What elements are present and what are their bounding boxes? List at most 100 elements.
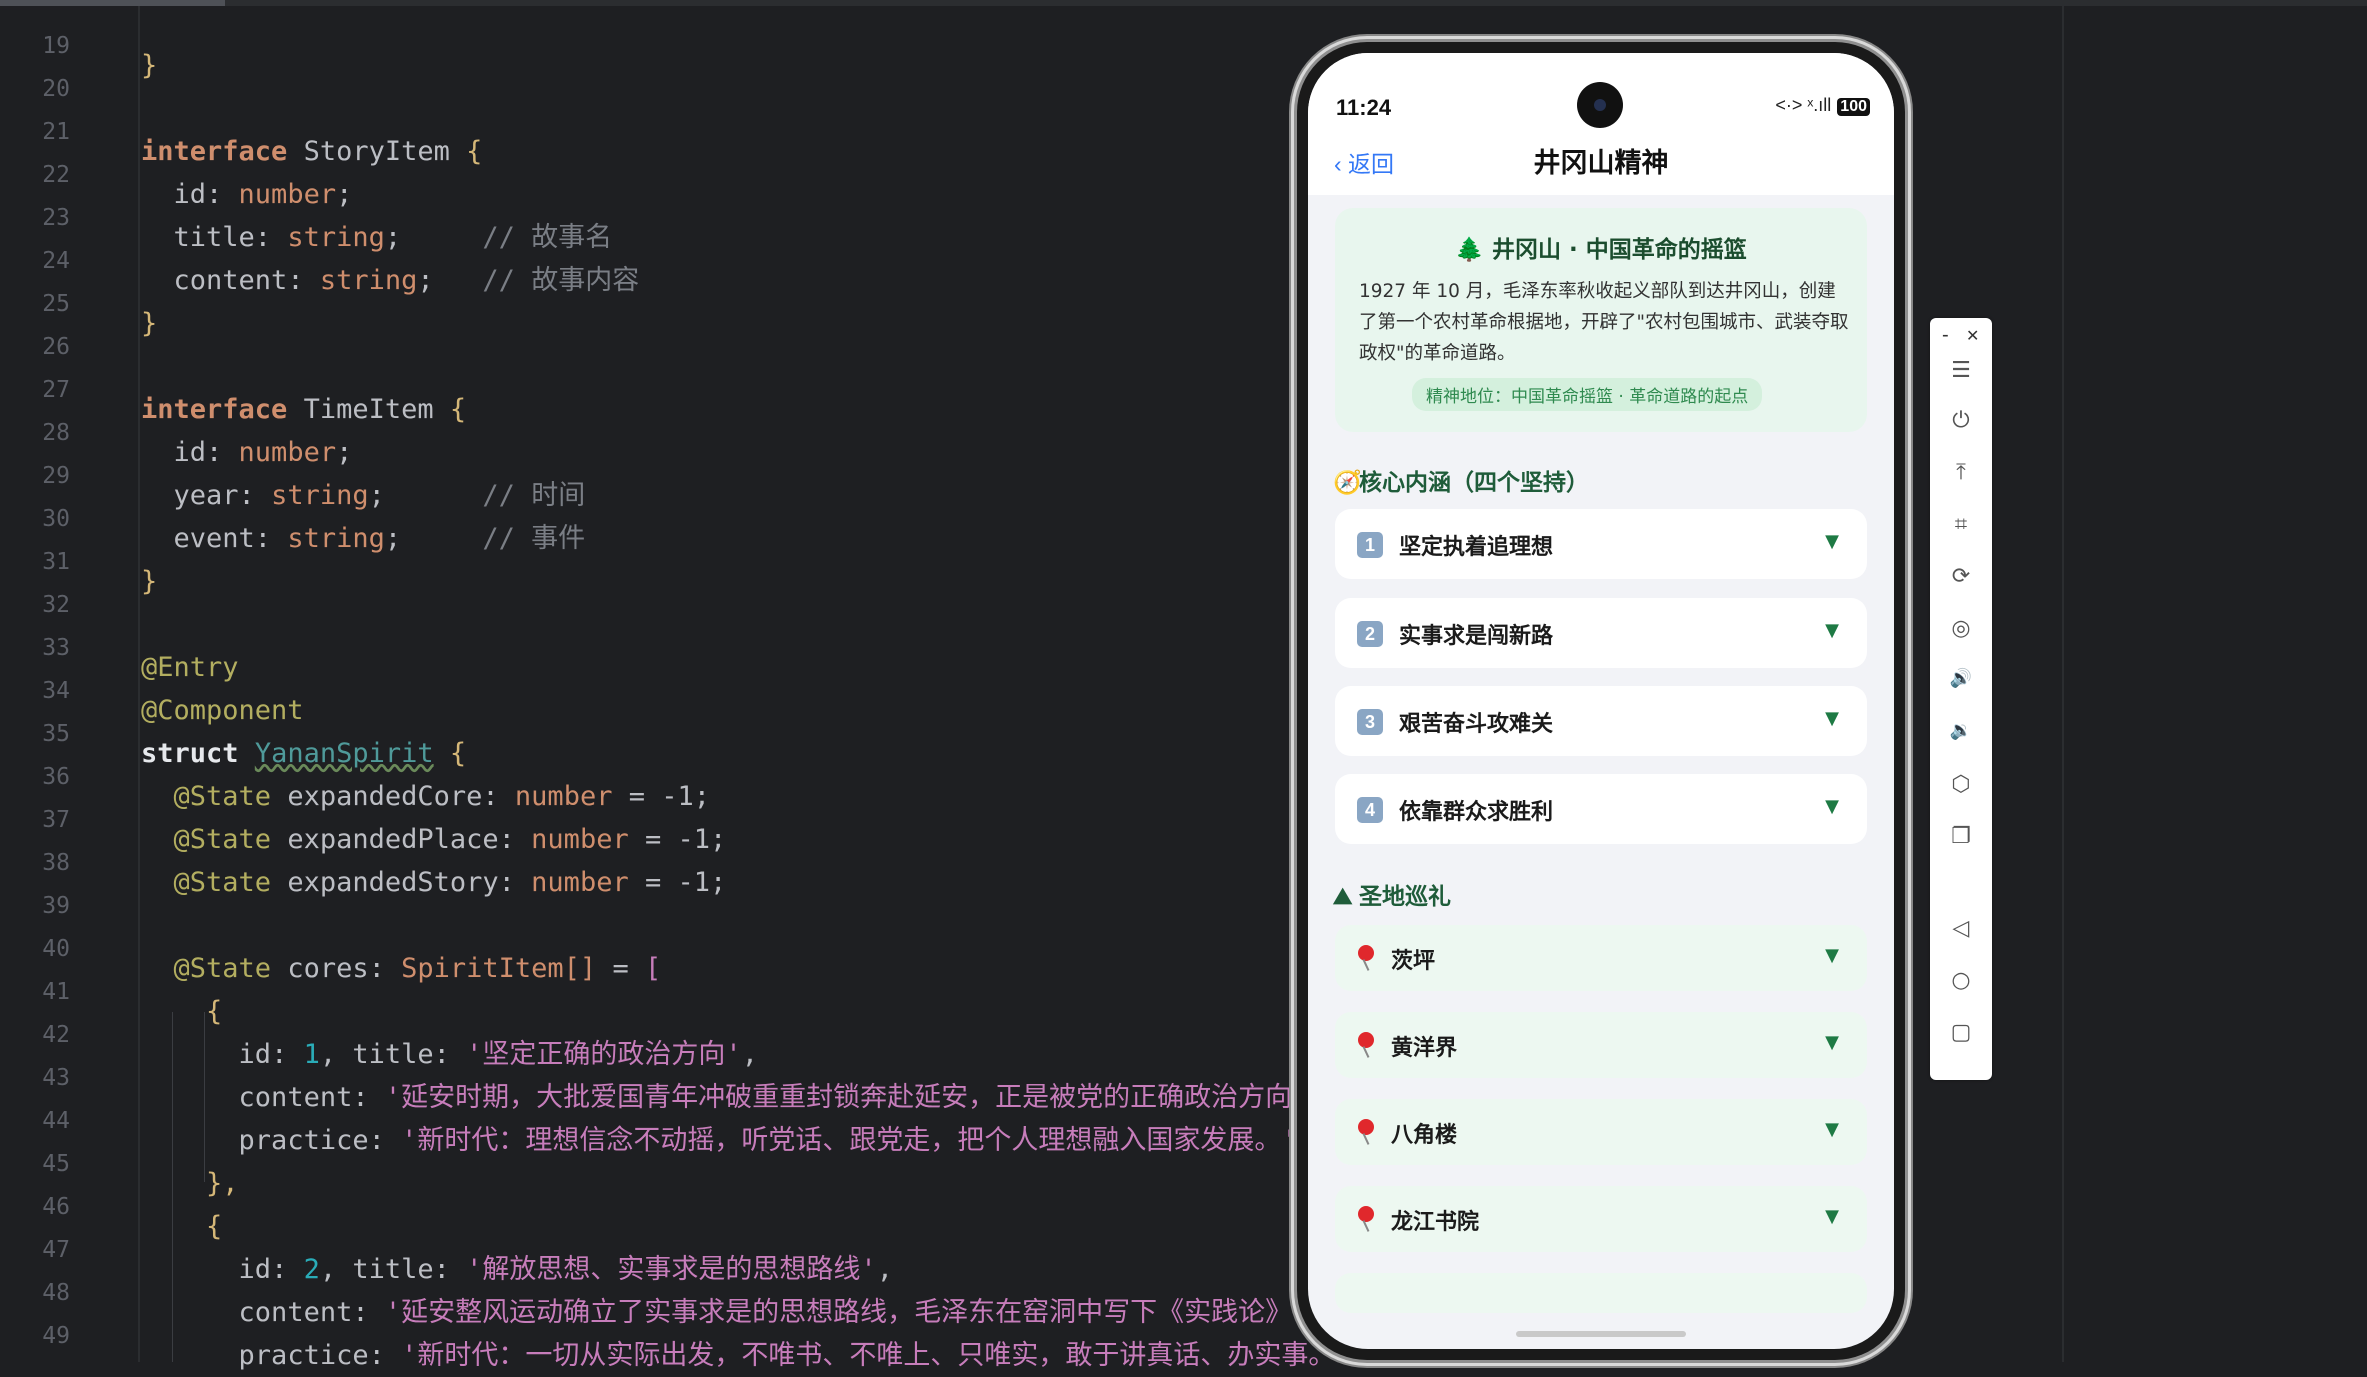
chevron-down-icon[interactable]: ▼ xyxy=(1825,531,1839,552)
screen-record-icon[interactable]: ◎ xyxy=(1930,616,1992,641)
status-bar: 11:24 <·> ˣ.ıll 100 xyxy=(1308,53,1894,133)
code-line[interactable]: 42 id: 1, title: '坚定正确的政治方向', xyxy=(0,995,1300,1070)
pushpin-icon xyxy=(1355,1117,1379,1145)
number-badge: 3 xyxy=(1357,709,1383,735)
menu-icon[interactable]: ☰ xyxy=(1930,358,1992,383)
place-item-label: 茨坪 xyxy=(1391,949,1436,974)
code-line[interactable]: 30 event: string; // 事件 xyxy=(0,479,1300,554)
place-item-label: 八角楼 xyxy=(1391,1123,1458,1148)
code-line[interactable]: 21 interface StoryItem { xyxy=(0,92,1300,167)
battery-icon: 100 xyxy=(1837,98,1870,116)
chevron-down-icon[interactable]: ▼ xyxy=(1825,620,1839,641)
code-line[interactable]: 23 title: string; // 故事名 xyxy=(0,178,1300,253)
home-icon[interactable]: ○ xyxy=(1930,968,1992,993)
mountain-icon: ⛰ xyxy=(1333,884,1353,910)
volume-down-icon[interactable]: 🔉 xyxy=(1930,720,1992,741)
code-line[interactable]: 49 practice: '新时代：一切从实际出发，不唯书、不唯上、只唯实，敢于… xyxy=(0,1296,1351,1371)
pushpin-icon xyxy=(1355,1204,1379,1232)
code-line[interactable]: 35 struct YananSpirit { xyxy=(0,694,1300,769)
number-badge: 2 xyxy=(1357,621,1383,647)
chevron-down-icon[interactable]: ▼ xyxy=(1825,708,1839,729)
chevron-down-icon[interactable]: ▼ xyxy=(1825,1206,1839,1227)
close-button[interactable]: ✕ xyxy=(1966,326,1979,346)
code-line[interactable]: 43 content: '延安时期，大批爱国青年冲破重重封锁奔赴延安，正是被党的… xyxy=(0,1038,1373,1113)
core-item[interactable]: 1 坚定执着追理想 ▼ xyxy=(1335,509,1867,579)
code-line[interactable]: 46 { xyxy=(0,1167,1300,1242)
code-line[interactable]: 19 } xyxy=(0,6,1300,81)
number-badge: 4 xyxy=(1357,797,1383,823)
chevron-down-icon[interactable]: ▼ xyxy=(1825,796,1839,817)
phone-previewer: 11:24 <·> ˣ.ıll 100 ‹ 返回 井冈山精神 🌲 井冈山 · 中国… xyxy=(1297,42,1905,1360)
core-item-label: 艰苦奋斗攻难关 xyxy=(1399,712,1554,737)
core-item[interactable]: 3 艰苦奋斗攻难关 ▼ xyxy=(1335,686,1867,756)
minimize-button[interactable]: - xyxy=(1942,324,1949,347)
crop-icon[interactable]: ⌗ xyxy=(1930,512,1992,537)
code-line[interactable]: 36 @State expandedCore: number = -1; xyxy=(0,737,1300,812)
right-margin-divider xyxy=(2062,0,2064,1362)
line-number: 49 xyxy=(42,1323,70,1349)
code-line[interactable]: 29 year: string; // 时间 xyxy=(0,436,1300,511)
code-line[interactable]: 25 } xyxy=(0,264,1300,339)
code-line[interactable]: 34 @Component xyxy=(0,651,1300,726)
intro-text: 1927 年 10 月，毛泽东率秋收起义部队到达井冈山，创建了第一个农村革命根据… xyxy=(1359,281,1849,364)
place-item[interactable]: 龙江书院 ▼ xyxy=(1335,1186,1867,1252)
nav-bar: ‹ 返回 井冈山精神 xyxy=(1308,133,1894,195)
signal-icon: <·> ˣ.ıll xyxy=(1775,95,1832,115)
pin-top-icon[interactable]: ⤒ xyxy=(1930,460,1992,485)
code-line[interactable]: 22 id: number; xyxy=(0,135,1300,210)
code-line[interactable]: 40 @State cores: SpiritItem[] = [ xyxy=(0,909,1300,984)
code-line[interactable]: 20 xyxy=(0,49,1300,102)
code-line[interactable]: 44 practice: '新时代：理想信念不动摇，听党话、跟党走，把个人理想融… xyxy=(0,1081,1300,1156)
number-badge: 1 xyxy=(1357,532,1383,558)
phone-screen[interactable]: 11:24 <·> ˣ.ıll 100 ‹ 返回 井冈山精神 🌲 井冈山 · 中国… xyxy=(1308,53,1894,1349)
code-line[interactable]: 39 xyxy=(0,866,1300,919)
status-time: 11:24 xyxy=(1336,95,1392,120)
code-line[interactable]: 37 @State expandedPlace: number = -1; xyxy=(0,780,1300,855)
status-badge: 精神地位：中国革命摇篮 · 革命道路的起点 xyxy=(1412,378,1763,411)
code-editor[interactable]: 19 } 20 21 interface StoryItem { 22 id: … xyxy=(0,0,2367,1371)
back-icon[interactable]: ◁ xyxy=(1930,916,1992,941)
section-title-places: ⛰ 圣地巡礼 xyxy=(1333,884,1451,910)
code-line[interactable]: 24 content: string; // 故事内容 xyxy=(0,221,1300,296)
status-icons: <·> ˣ.ıll 100 xyxy=(1775,95,1870,116)
screenshot-icon[interactable]: ❐ xyxy=(1930,824,1992,849)
rotate-icon[interactable]: ⟳ xyxy=(1930,564,1992,589)
chevron-down-icon[interactable]: ▼ xyxy=(1825,945,1839,966)
code-line[interactable]: 48 content: '延安整风运动确立了实事求是的思想路线，毛泽东在窑洞中写… xyxy=(0,1253,1359,1328)
code-line[interactable]: 47 id: 2, title: '解放思想、实事求是的思想路线', xyxy=(0,1210,1300,1285)
intro-title: 🌲 井冈山 · 中国革命的摇篮 xyxy=(1455,237,1747,263)
power-icon[interactable]: ⏻ xyxy=(1930,408,1992,433)
page-title: 井冈山精神 xyxy=(1533,148,1669,179)
code-line[interactable]: 33 @Entry xyxy=(0,608,1300,683)
section-title-core: 🧭核心内涵（四个坚持） xyxy=(1333,470,1589,496)
volume-up-icon[interactable]: 🔊 xyxy=(1930,668,1992,689)
place-item-partial[interactable] xyxy=(1335,1273,1867,1313)
pushpin-icon xyxy=(1355,943,1379,971)
code-line[interactable]: 38 @State expandedStory: number = -1; xyxy=(0,823,1300,898)
core-item[interactable]: 4 依靠群众求胜利 ▼ xyxy=(1335,774,1867,844)
emulator-toolbar: - ✕ ☰ ⏻ ⤒ ⌗ ⟳ ◎ 🔊 🔉 ⬡ ❐ ◁ ○ ▢ xyxy=(1930,318,1992,1080)
recent-apps-icon[interactable]: ▢ xyxy=(1930,1020,1992,1045)
code-line[interactable]: 27 interface TimeItem { xyxy=(0,350,1300,425)
chevron-down-icon[interactable]: ▼ xyxy=(1825,1119,1839,1140)
home-indicator[interactable] xyxy=(1516,1331,1686,1337)
code-line[interactable]: 31 } xyxy=(0,522,1300,597)
code-line[interactable]: 32 xyxy=(0,565,1300,618)
code-line[interactable]: 28 id: number; xyxy=(0,393,1300,468)
chevron-down-icon[interactable]: ▼ xyxy=(1825,1032,1839,1053)
code-line[interactable]: 41 { xyxy=(0,952,1300,1027)
core-item-label: 实事求是闯新路 xyxy=(1399,624,1554,649)
place-item[interactable]: 黄洋界 ▼ xyxy=(1335,1012,1867,1078)
place-item[interactable]: 茨坪 ▼ xyxy=(1335,925,1867,991)
pushpin-icon xyxy=(1355,1030,1379,1058)
intro-card: 🌲 井冈山 · 中国革命的摇篮 1927 年 10 月，毛泽东率秋收起义部队到达… xyxy=(1335,208,1867,432)
fold-icon[interactable]: ⬡ xyxy=(1930,772,1992,797)
compass-icon: 🧭 xyxy=(1333,470,1362,496)
place-item-label: 龙江书院 xyxy=(1391,1210,1480,1235)
code-line[interactable]: 45 }, xyxy=(0,1124,1300,1199)
core-item[interactable]: 2 实事求是闯新路 ▼ xyxy=(1335,598,1867,668)
core-item-label: 依靠群众求胜利 xyxy=(1399,800,1554,825)
place-item[interactable]: 八角楼 ▼ xyxy=(1335,1099,1867,1165)
code-line[interactable]: 26 xyxy=(0,307,1300,360)
core-item-label: 坚定执着追理想 xyxy=(1399,535,1554,560)
